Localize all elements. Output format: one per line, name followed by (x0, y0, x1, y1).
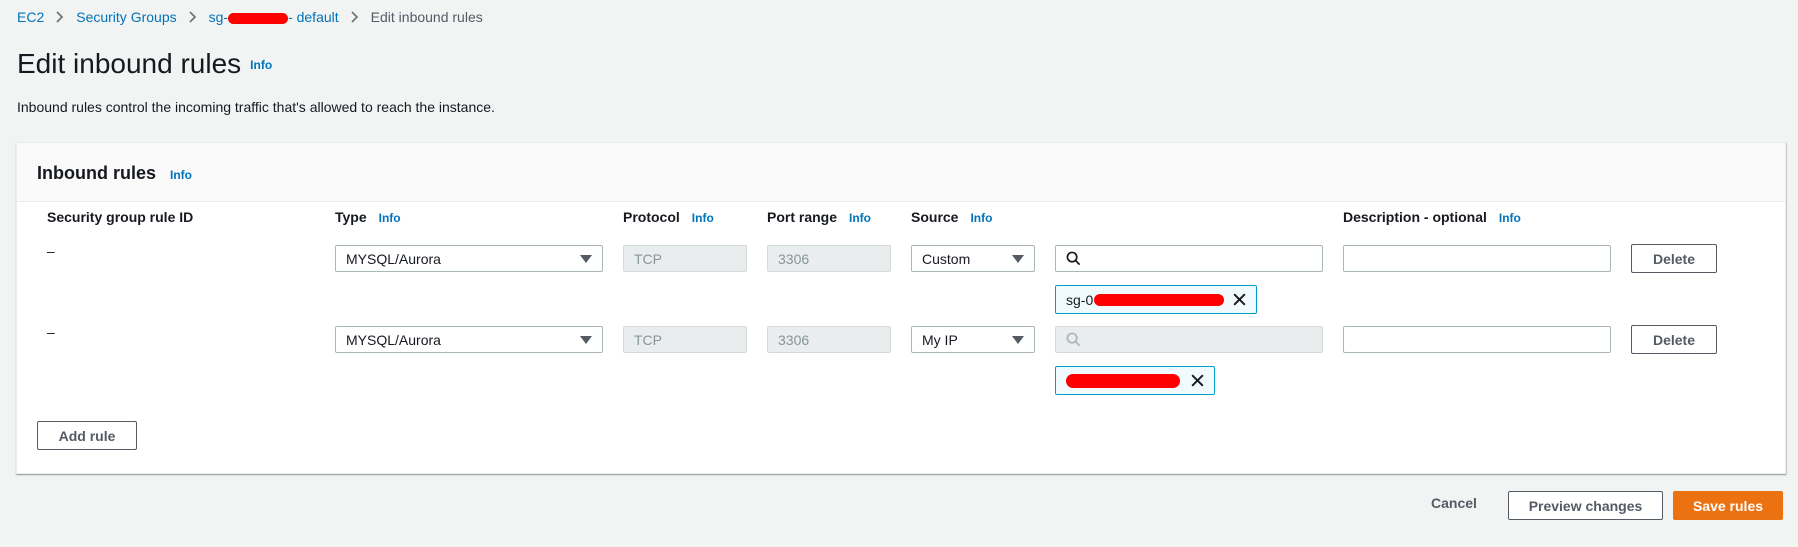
protocol-field: TCP (623, 245, 747, 272)
column-header-type-label: Type (335, 209, 367, 225)
delete-button[interactable]: Delete (1631, 244, 1717, 273)
caret-down-icon (580, 254, 592, 263)
source-select[interactable]: My IP (911, 326, 1035, 353)
add-rule-button[interactable]: Add rule (37, 421, 137, 450)
panel-title-text: Inbound rules (37, 163, 156, 183)
source-token-label: sg-0 (1066, 291, 1094, 308)
source-select-value: My IP (922, 331, 958, 348)
page-title: Edit inbound rules Info (17, 48, 272, 80)
source-search-input (1055, 326, 1323, 353)
description-input[interactable] (1343, 326, 1611, 353)
page-title-text: Edit inbound rules (17, 48, 242, 79)
column-header-port-range-label: Port range (767, 209, 838, 225)
column-header-type: Type Info (335, 209, 401, 225)
description-info-link[interactable]: Info (1499, 211, 1521, 225)
column-header-protocol: Protocol Info (623, 209, 714, 225)
page-title-info-link[interactable]: Info (250, 58, 272, 72)
page-description: Inbound rules control the incoming traff… (17, 99, 495, 115)
search-icon (1066, 251, 1081, 266)
type-info-link[interactable]: Info (379, 211, 401, 225)
redaction-mark (228, 12, 289, 24)
breadcrumb: EC2 Security Groups sg- - default Edit in… (17, 9, 483, 25)
column-header-source: Source Info (911, 209, 992, 225)
column-header-source-label: Source (911, 209, 959, 225)
breadcrumb-sg-prefix: sg- (208, 9, 229, 25)
breadcrumb-current: Edit inbound rules (370, 9, 483, 25)
port-range-field: 3306 (767, 326, 891, 353)
description-input[interactable] (1343, 245, 1611, 272)
close-icon[interactable] (1232, 292, 1247, 310)
source-token: sg-0 (1055, 285, 1257, 314)
protocol-field: TCP (623, 326, 747, 353)
column-header-port-range: Port range Info (767, 209, 871, 225)
preview-changes-button[interactable]: Preview changes (1508, 491, 1663, 520)
column-header-description: Description - optional Info (1343, 209, 1521, 225)
column-header-protocol-label: Protocol (623, 209, 680, 225)
source-info-link[interactable]: Info (970, 211, 992, 225)
panel-info-link[interactable]: Info (170, 168, 192, 182)
cancel-button[interactable]: Cancel (1431, 495, 1477, 511)
close-icon[interactable] (1190, 373, 1205, 391)
column-header-rule-id: Security group rule ID (47, 209, 194, 225)
port-range-field: 3306 (767, 245, 891, 272)
caret-down-icon (1012, 335, 1024, 344)
panel-title: Inbound rules Info (37, 163, 192, 184)
breadcrumb-security-groups[interactable]: Security Groups (76, 9, 176, 25)
type-select-value: MYSQL/Aurora (346, 331, 441, 348)
breadcrumb-sg-suffix: - default (288, 9, 339, 25)
source-search-input[interactable] (1055, 245, 1323, 272)
panel-header: Inbound rules Info (17, 143, 1785, 202)
column-header-description-label: Description - optional (1343, 209, 1487, 225)
breadcrumb-ec2[interactable]: EC2 (17, 9, 44, 25)
search-icon (1066, 332, 1081, 347)
caret-down-icon (1012, 254, 1024, 263)
delete-button[interactable]: Delete (1631, 325, 1717, 354)
source-select-value: Custom (922, 250, 971, 267)
chevron-right-icon (56, 11, 64, 23)
redaction-mark (1066, 373, 1180, 388)
redaction-mark (1094, 293, 1225, 306)
caret-down-icon (580, 335, 592, 344)
protocol-info-link[interactable]: Info (692, 211, 714, 225)
type-select-value: MYSQL/Aurora (346, 250, 441, 267)
port-range-info-link[interactable]: Info (849, 211, 871, 225)
save-rules-button[interactable]: Save rules (1673, 491, 1783, 520)
type-select[interactable]: MYSQL/Aurora (335, 245, 603, 272)
breadcrumb-security-group[interactable]: sg- - default (209, 9, 339, 25)
type-select[interactable]: MYSQL/Aurora (335, 326, 603, 353)
rule-id-value: – (47, 243, 55, 259)
source-select[interactable]: Custom (911, 245, 1035, 272)
source-token (1055, 366, 1215, 395)
inbound-rules-panel: Inbound rules Info Security group rule ID… (16, 142, 1786, 474)
rule-id-value: – (47, 324, 55, 340)
chevron-right-icon (189, 11, 197, 23)
chevron-right-icon (351, 11, 359, 23)
